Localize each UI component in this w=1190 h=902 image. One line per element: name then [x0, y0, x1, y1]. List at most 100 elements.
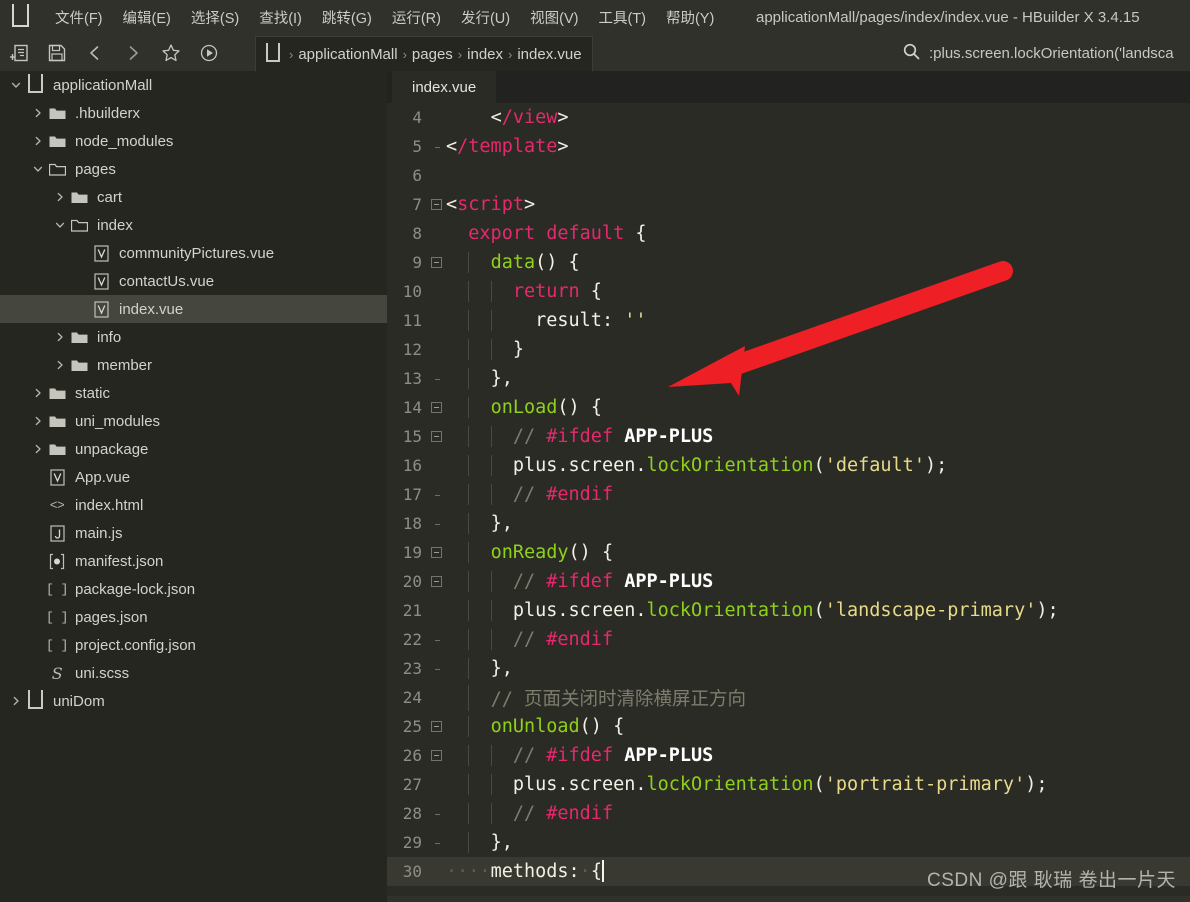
- breadcrumb-item-index[interactable]: index: [467, 46, 503, 63]
- breadcrumb-item-file[interactable]: index.vue: [517, 46, 581, 63]
- search-input[interactable]: :plus.screen.lockOrientation('landsca: [929, 45, 1174, 62]
- code-line-26[interactable]: 26 // #ifdef APP-PLUS: [387, 741, 1190, 770]
- fold-toggle-icon[interactable]: [426, 257, 446, 268]
- chevron-right-icon[interactable]: [30, 435, 46, 463]
- code-line-7[interactable]: 7 <script>: [387, 190, 1190, 219]
- tree-item-project-config-json[interactable]: [ ] project.config.json: [0, 631, 387, 659]
- tree-item-contactus-vue[interactable]: contactUs.vue: [0, 267, 387, 295]
- code-line-6[interactable]: 6: [387, 161, 1190, 190]
- code-line-22[interactable]: 22 // #endif: [387, 625, 1190, 654]
- tree-item-communitypictures-vue[interactable]: communityPictures.vue: [0, 239, 387, 267]
- code-line-20[interactable]: 20 // #ifdef APP-PLUS: [387, 567, 1190, 596]
- project-explorer[interactable]: applicationMall .hbuilderx node_modules pag…: [0, 71, 387, 902]
- chevron-right-icon[interactable]: [30, 379, 46, 407]
- code-line-15[interactable]: 15 // #ifdef APP-PLUS: [387, 422, 1190, 451]
- fold-toggle-icon[interactable]: [426, 402, 446, 413]
- code-line-19[interactable]: 19 onReady() {: [387, 538, 1190, 567]
- code-line-16[interactable]: 16 plus.screen.lockOrientation('default'…: [387, 451, 1190, 480]
- code-token-str: 'landscape-primary': [824, 600, 1037, 621]
- menu-item-1[interactable]: 编辑(E): [113, 4, 181, 31]
- tree-item-manifest-json[interactable]: manifest.json: [0, 547, 387, 575]
- tree-item-node-modules[interactable]: node_modules: [0, 127, 387, 155]
- code-line-8[interactable]: 8 export default {: [387, 219, 1190, 248]
- code-line-29[interactable]: 29 },: [387, 828, 1190, 857]
- menu-item-6[interactable]: 发行(U): [451, 4, 520, 31]
- code-line-12[interactable]: 12 }: [387, 335, 1190, 364]
- tree-item-index-html[interactable]: <> index.html: [0, 491, 387, 519]
- code-token-fn: onUnload: [490, 716, 580, 737]
- menu-item-5[interactable]: 运行(R): [382, 4, 451, 31]
- code-line-25[interactable]: 25 onUnload() {: [387, 712, 1190, 741]
- tree-item-main-js[interactable]: main.js: [0, 519, 387, 547]
- code-line-21[interactable]: 21 plus.screen.lockOrientation('landscap…: [387, 596, 1190, 625]
- chevron-right-icon[interactable]: [30, 127, 46, 155]
- code-line-28[interactable]: 28 // #endif: [387, 799, 1190, 828]
- code-line-17[interactable]: 17 // #endif: [387, 480, 1190, 509]
- tree-item-uni-scss[interactable]: Suni.scss: [0, 659, 387, 687]
- chevron-down-icon[interactable]: [8, 71, 24, 99]
- save-icon[interactable]: [38, 35, 76, 71]
- tree-item-pages[interactable]: pages: [0, 155, 387, 183]
- chevron-right-icon[interactable]: [30, 99, 46, 127]
- new-file-icon[interactable]: [0, 35, 38, 71]
- tree-item--hbuilderx[interactable]: .hbuilderx: [0, 99, 387, 127]
- tab-index-vue[interactable]: index.vue: [392, 71, 497, 103]
- menu-item-4[interactable]: 跳转(G): [312, 4, 382, 31]
- tree-item-cart[interactable]: cart: [0, 183, 387, 211]
- menu-item-0[interactable]: 文件(F): [45, 4, 113, 31]
- chevron-right-icon[interactable]: [52, 351, 68, 379]
- breadcrumb-item-pages[interactable]: pages: [412, 46, 453, 63]
- tree-item-package-lock-json[interactable]: [ ] package-lock.json: [0, 575, 387, 603]
- menu-item-8[interactable]: 工具(T): [588, 4, 656, 31]
- tree-item-pages-json[interactable]: [ ] pages.json: [0, 603, 387, 631]
- chevron-right-icon[interactable]: [52, 323, 68, 351]
- tree-item-static[interactable]: static: [0, 379, 387, 407]
- fold-toggle-icon[interactable]: [426, 721, 446, 732]
- forward-icon[interactable]: [114, 35, 152, 71]
- menu-item-7[interactable]: 视图(V): [520, 4, 588, 31]
- chevron-right-icon[interactable]: [52, 183, 68, 211]
- code-line-5[interactable]: 5 </template>: [387, 132, 1190, 161]
- fold-toggle-icon[interactable]: [426, 547, 446, 558]
- menu-item-3[interactable]: 查找(I): [249, 4, 312, 31]
- tree-item-member[interactable]: member: [0, 351, 387, 379]
- back-icon[interactable]: [76, 35, 114, 71]
- code-line-18[interactable]: 18 },: [387, 509, 1190, 538]
- search-box[interactable]: :plus.screen.lockOrientation('landsca: [890, 36, 1190, 71]
- chevron-right-icon[interactable]: [30, 407, 46, 435]
- fold-toggle-icon[interactable]: [426, 431, 446, 442]
- code-line-11[interactable]: 11 result: '': [387, 306, 1190, 335]
- menu-item-2[interactable]: 选择(S): [181, 4, 249, 31]
- tree-item-uni-modules[interactable]: uni_modules: [0, 407, 387, 435]
- code-line-23[interactable]: 23 },: [387, 654, 1190, 683]
- fold-toggle-icon[interactable]: [426, 750, 446, 761]
- tree-item-unidom[interactable]: uniDom: [0, 687, 387, 715]
- tree-item-applicationmall[interactable]: applicationMall: [0, 71, 387, 99]
- tree-item-app-vue[interactable]: App.vue: [0, 463, 387, 491]
- code-content[interactable]: 4 </view> 5 </template> 6 7 <script> 8 export …: [387, 103, 1190, 902]
- chevron-right-icon[interactable]: [8, 687, 24, 715]
- code-line-4[interactable]: 4 </view>: [387, 103, 1190, 132]
- folder-icon: [46, 407, 68, 435]
- fold-toggle-icon[interactable]: [426, 199, 446, 210]
- tree-item-index-vue[interactable]: index.vue: [0, 295, 387, 323]
- tree-item-index[interactable]: index: [0, 211, 387, 239]
- code-line-24[interactable]: 24 // 页面关闭时清除横屏正方向: [387, 683, 1190, 712]
- code-line-10[interactable]: 10 return {: [387, 277, 1190, 306]
- code-line-13[interactable]: 13 },: [387, 364, 1190, 393]
- code-line-27[interactable]: 27 plus.screen.lockOrientation('portrait…: [387, 770, 1190, 799]
- code-line-9[interactable]: 9 data() {: [387, 248, 1190, 277]
- code-line-14[interactable]: 14 onLoad() {: [387, 393, 1190, 422]
- chevron-down-icon[interactable]: [52, 211, 68, 239]
- line-number: 25: [402, 717, 422, 736]
- tree-item-info[interactable]: info: [0, 323, 387, 351]
- menu-item-9[interactable]: 帮助(Y): [656, 4, 724, 31]
- fold-toggle-icon[interactable]: [426, 576, 446, 587]
- chevron-down-icon[interactable]: [30, 155, 46, 183]
- run-icon[interactable]: [190, 35, 228, 71]
- tree-item-label: member: [97, 356, 153, 374]
- tree-item-unpackage[interactable]: unpackage: [0, 435, 387, 463]
- favorite-star-icon[interactable]: [152, 35, 190, 71]
- hbuilder-logo-icon: [12, 4, 29, 27]
- breadcrumb-item-project[interactable]: applicationMall: [298, 46, 397, 63]
